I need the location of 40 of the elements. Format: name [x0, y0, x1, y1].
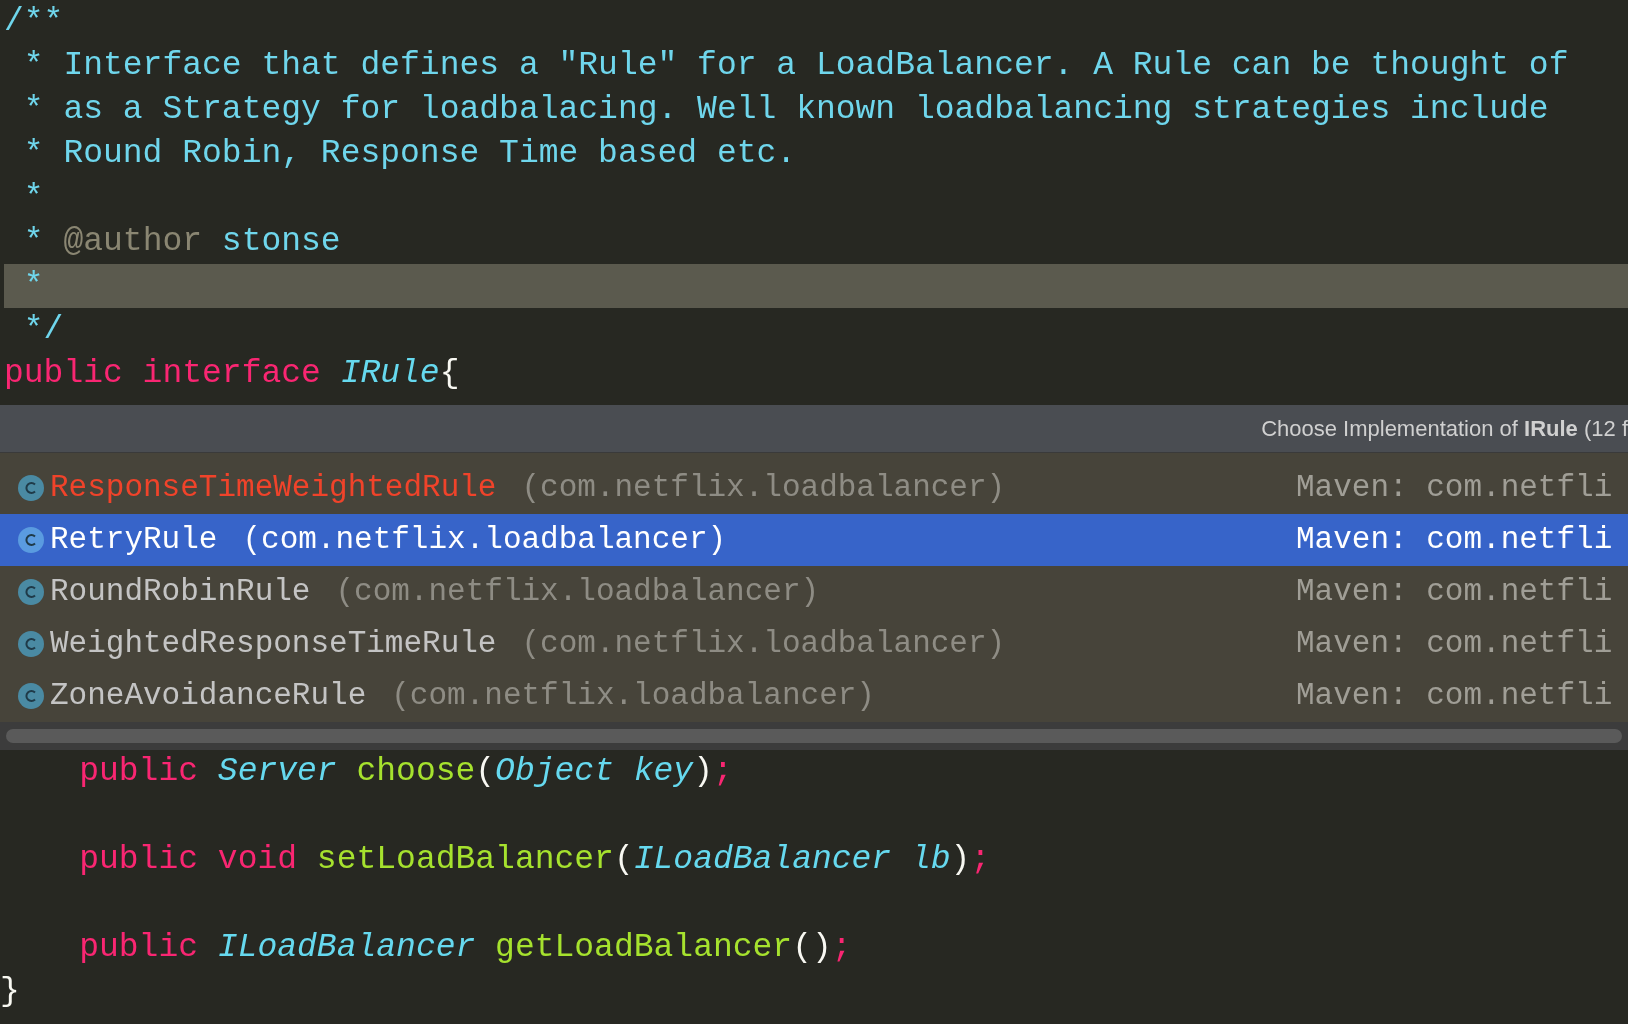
class-icon — [18, 579, 44, 605]
code-line: */ — [22, 310, 64, 350]
class-name: ZoneAvoidanceRule — [50, 676, 367, 715]
package-name: (com.netflix.loadbalancer) — [521, 468, 1006, 507]
code-line: * Round Robin, Response Time based etc. — [22, 134, 797, 174]
code-line: } — [0, 972, 20, 1012]
class-icon — [18, 631, 44, 657]
code-line: public Server choose(Object key); — [78, 752, 733, 792]
class-name: ResponseTimeWeightedRule — [50, 468, 497, 507]
class-icon — [18, 683, 44, 709]
class-name: RetryRule — [50, 520, 218, 559]
class-name: WeightedResponseTimeRule — [50, 624, 497, 663]
library-source: Maven: com.netfli — [1296, 676, 1613, 715]
implementation-item[interactable]: ZoneAvoidanceRule (com.netflix.loadbalancer) Maven: com.netfli — [0, 670, 1628, 722]
package-name: (com.netflix.loadbalancer) — [335, 572, 820, 611]
code-line: * — [22, 266, 44, 306]
code-line: * Interface that defines a "Rule" for a LoadBalancer. A Rule can be thought of — [22, 46, 1569, 86]
package-name: (com.netflix.loadbalancer) — [521, 624, 1006, 663]
code-line: * @author stonse — [22, 222, 341, 262]
implementation-item[interactable]: RoundRobinRule (com.netflix.loadbalancer) Maven: com.netfli — [0, 566, 1628, 618]
library-source: Maven: com.netfli — [1296, 520, 1613, 559]
class-icon — [18, 475, 44, 501]
popup-title: Choose Implementation of IRule (12 f — [1261, 415, 1628, 443]
code-line: * — [22, 178, 44, 218]
code-line: /** — [4, 2, 64, 42]
class-icon — [18, 527, 44, 553]
library-source: Maven: com.netfli — [1296, 572, 1613, 611]
code-line: public void setLoadBalancer(ILoadBalancer lb); — [78, 840, 991, 880]
package-name: (com.netflix.loadbalancer) — [391, 676, 875, 715]
code-line: public ILoadBalancer getLoadBalancer(); — [78, 928, 852, 968]
implementation-item[interactable]: RetryRule (com.netflix.loadbalancer) Maven: com.netfli — [0, 514, 1628, 566]
library-source: Maven: com.netfli — [1296, 468, 1613, 507]
library-source: Maven: com.netfli — [1296, 624, 1613, 663]
horizontal-scrollbar[interactable] — [6, 729, 1622, 743]
code-line: public interface IRule{ — [4, 354, 460, 394]
implementation-item[interactable]: WeightedResponseTimeRule (com.netflix.loadbalancer) Maven: com.netfli — [0, 618, 1628, 670]
implementation-item[interactable]: ResponseTimeWeightedRule (com.netflix.loadbalancer) Maven: com.netfli — [0, 462, 1628, 514]
package-name: (com.netflix.loadbalancer) — [242, 520, 727, 559]
class-name: RoundRobinRule — [50, 572, 311, 611]
code-line: * as a Strategy for loadbalacing. Well known loadbalancing strategies include — [22, 90, 1549, 130]
